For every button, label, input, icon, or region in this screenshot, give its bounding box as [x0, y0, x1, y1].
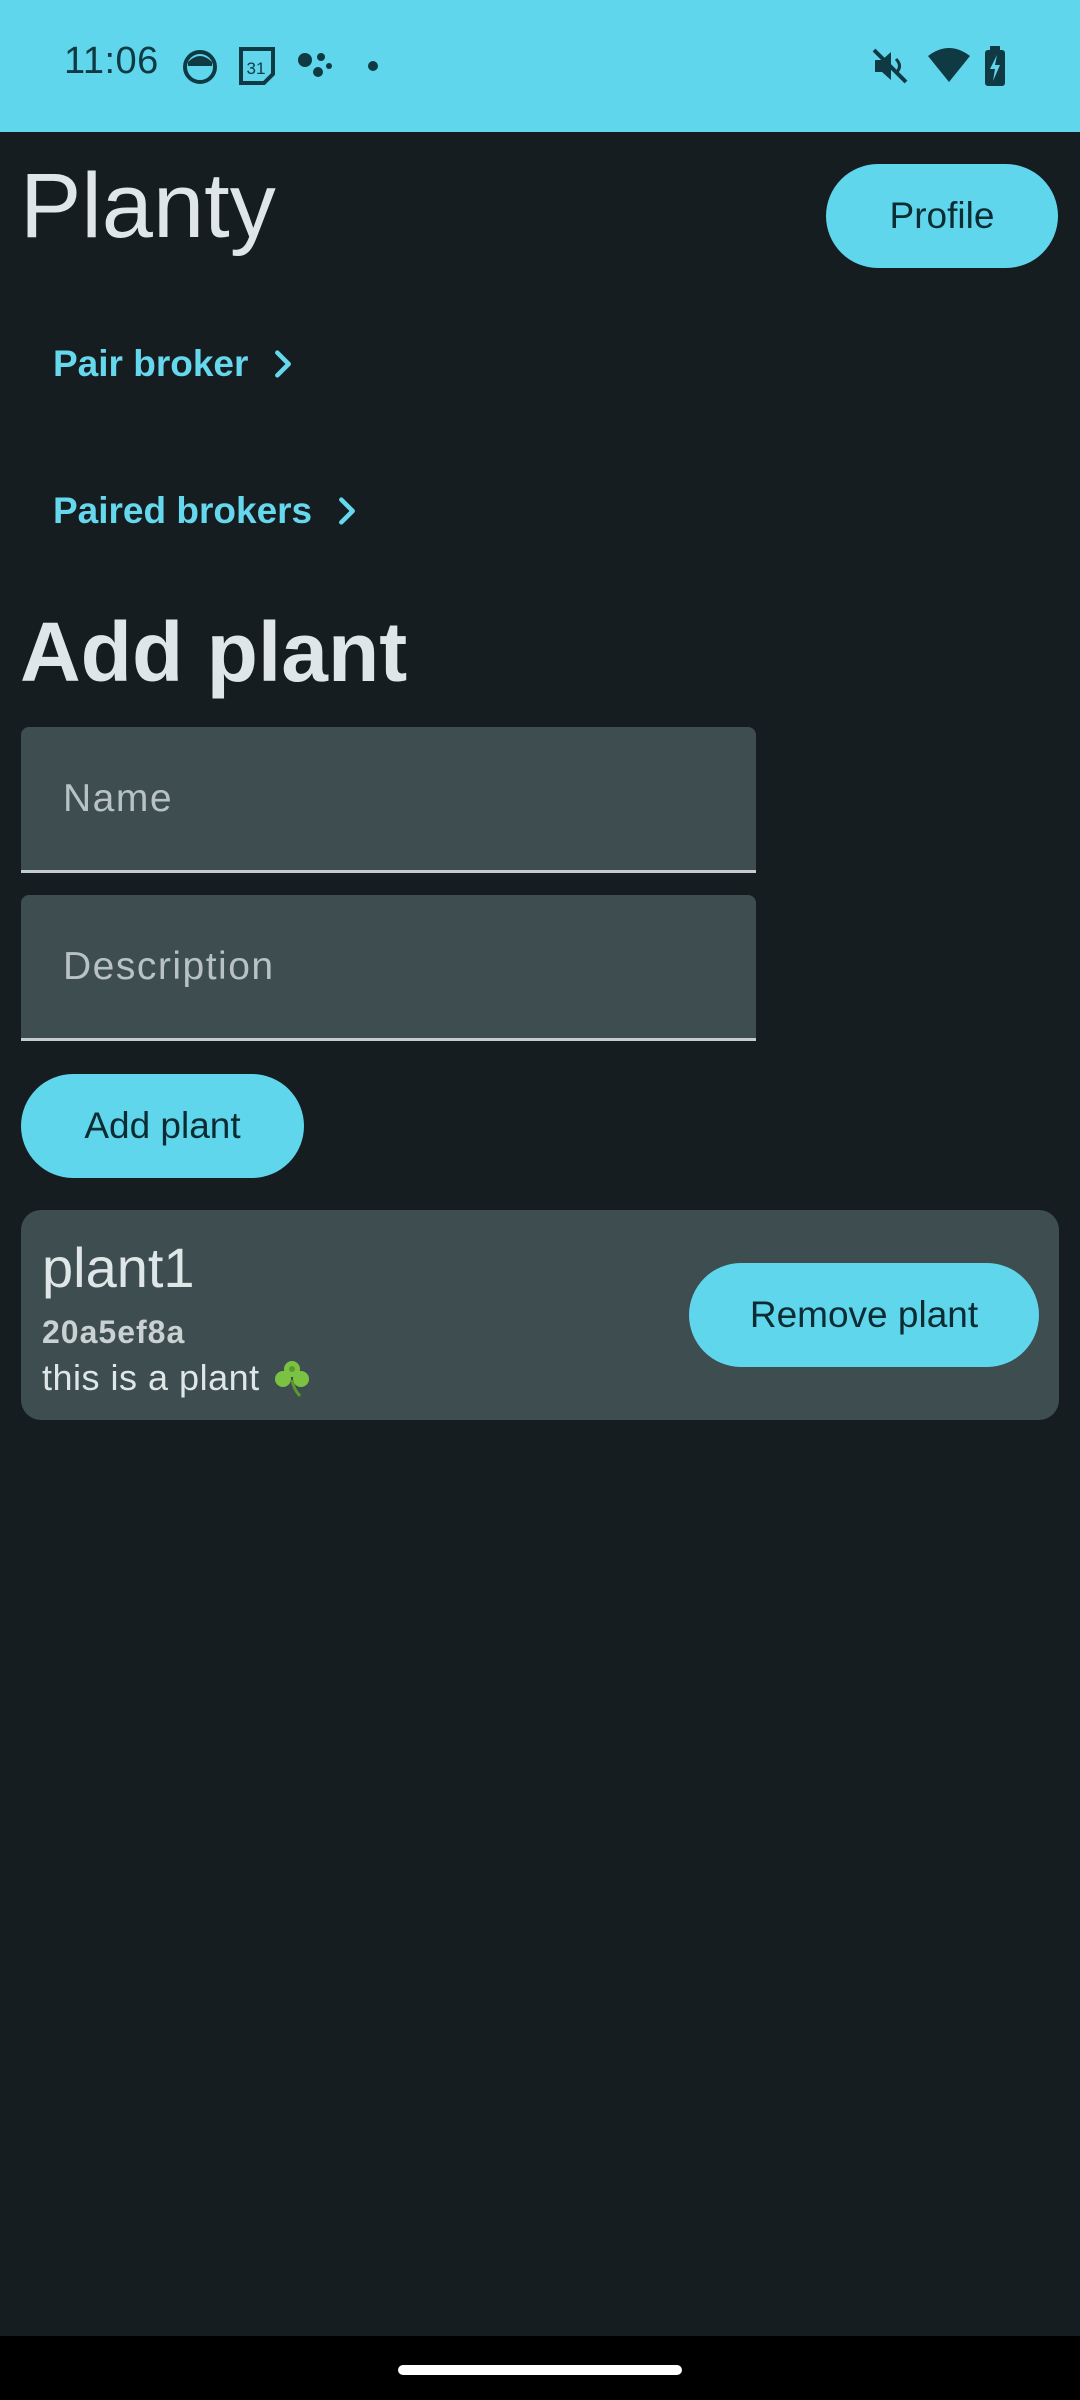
face-icon: [183, 50, 217, 84]
description-field: [21, 895, 756, 1041]
pair-broker-link[interactable]: Pair broker: [53, 334, 300, 394]
calendar-icon: 31: [238, 44, 276, 88]
status-time: 11:06: [64, 40, 159, 82]
chevron-right-icon: [275, 350, 292, 378]
pair-broker-label: Pair broker: [53, 343, 249, 384]
calendar-day: 31: [247, 59, 266, 78]
plant-name: plant1: [42, 1236, 195, 1299]
wifi-icon: [928, 48, 970, 82]
description-input[interactable]: [21, 895, 756, 1038]
remove-plant-button[interactable]: Remove plant: [689, 1263, 1039, 1367]
plant-id: 20a5ef8a: [42, 1314, 186, 1350]
plant-card: plant1 20a5ef8a this is a plant Remove p…: [21, 1210, 1059, 1420]
page-title: Planty: [20, 155, 276, 257]
paired-brokers-label: Paired brokers: [53, 490, 313, 531]
chevron-right-icon: [339, 497, 356, 525]
clover-icon: [274, 1361, 309, 1398]
name-input[interactable]: [21, 727, 756, 870]
add-plant-button[interactable]: Add plant: [21, 1074, 304, 1178]
navigation-bar: [0, 2336, 1080, 2400]
name-field: [21, 727, 756, 873]
assistant-icon: [298, 53, 332, 77]
home-handle[interactable]: [398, 2365, 682, 2375]
plant-description-text: this is a plant: [42, 1357, 260, 1398]
status-bar: 11:06 31: [0, 0, 1080, 132]
paired-brokers-link[interactable]: Paired brokers: [53, 481, 364, 541]
battery-charging-icon: [985, 46, 1005, 86]
dot-icon: [368, 61, 378, 71]
mute-icon: [872, 48, 908, 84]
plant-description: this is a plant: [42, 1356, 314, 1400]
add-plant-heading: Add plant: [20, 605, 408, 699]
app-screen: 11:06 31 Planty Profile Pair broker Pair…: [0, 0, 1080, 2400]
profile-button[interactable]: Profile: [826, 164, 1058, 268]
